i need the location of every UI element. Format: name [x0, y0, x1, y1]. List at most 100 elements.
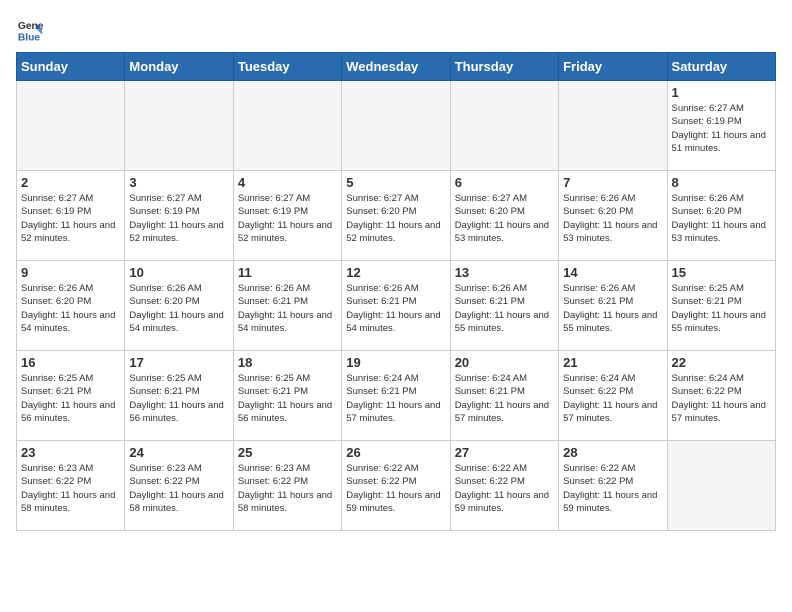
- day-number: 5: [346, 175, 445, 190]
- calendar-cell: 7 Sunrise: 6:26 AM Sunset: 6:20 PM Daylig…: [559, 171, 667, 261]
- day-number: 11: [238, 265, 337, 280]
- day-info: Sunrise: 6:24 AM Sunset: 6:22 PM Dayligh…: [563, 372, 662, 425]
- day-number: 15: [672, 265, 771, 280]
- day-number: 27: [455, 445, 554, 460]
- day-info: Sunrise: 6:22 AM Sunset: 6:22 PM Dayligh…: [455, 462, 554, 515]
- day-number: 2: [21, 175, 120, 190]
- day-info: Sunrise: 6:27 AM Sunset: 6:19 PM Dayligh…: [672, 102, 771, 155]
- day-info: Sunrise: 6:26 AM Sunset: 6:20 PM Dayligh…: [129, 282, 228, 335]
- calendar-cell: 8 Sunrise: 6:26 AM Sunset: 6:20 PM Daylig…: [667, 171, 775, 261]
- day-info: Sunrise: 6:27 AM Sunset: 6:20 PM Dayligh…: [346, 192, 445, 245]
- day-number: 8: [672, 175, 771, 190]
- day-number: 16: [21, 355, 120, 370]
- day-info: Sunrise: 6:24 AM Sunset: 6:22 PM Dayligh…: [672, 372, 771, 425]
- day-number: 22: [672, 355, 771, 370]
- day-number: 17: [129, 355, 228, 370]
- day-number: 7: [563, 175, 662, 190]
- calendar-cell: 23 Sunrise: 6:23 AM Sunset: 6:22 PM Dayli…: [17, 441, 125, 531]
- day-number: 19: [346, 355, 445, 370]
- day-info: Sunrise: 6:25 AM Sunset: 6:21 PM Dayligh…: [238, 372, 337, 425]
- day-info: Sunrise: 6:25 AM Sunset: 6:21 PM Dayligh…: [672, 282, 771, 335]
- calendar-cell: [125, 81, 233, 171]
- day-info: Sunrise: 6:22 AM Sunset: 6:22 PM Dayligh…: [346, 462, 445, 515]
- col-header-thursday: Thursday: [450, 53, 558, 81]
- col-header-wednesday: Wednesday: [342, 53, 450, 81]
- calendar-table: SundayMondayTuesdayWednesdayThursdayFrid…: [16, 52, 776, 531]
- day-info: Sunrise: 6:24 AM Sunset: 6:21 PM Dayligh…: [346, 372, 445, 425]
- week-row-3: 9 Sunrise: 6:26 AM Sunset: 6:20 PM Daylig…: [17, 261, 776, 351]
- day-info: Sunrise: 6:24 AM Sunset: 6:21 PM Dayligh…: [455, 372, 554, 425]
- day-info: Sunrise: 6:25 AM Sunset: 6:21 PM Dayligh…: [129, 372, 228, 425]
- col-header-friday: Friday: [559, 53, 667, 81]
- calendar-cell: 27 Sunrise: 6:22 AM Sunset: 6:22 PM Dayli…: [450, 441, 558, 531]
- day-number: 21: [563, 355, 662, 370]
- col-header-sunday: Sunday: [17, 53, 125, 81]
- header: General Blue: [16, 16, 776, 44]
- day-number: 28: [563, 445, 662, 460]
- day-number: 9: [21, 265, 120, 280]
- day-info: Sunrise: 6:26 AM Sunset: 6:21 PM Dayligh…: [238, 282, 337, 335]
- calendar-cell: 25 Sunrise: 6:23 AM Sunset: 6:22 PM Dayli…: [233, 441, 341, 531]
- calendar-cell: 4 Sunrise: 6:27 AM Sunset: 6:19 PM Daylig…: [233, 171, 341, 261]
- calendar-cell: 3 Sunrise: 6:27 AM Sunset: 6:19 PM Daylig…: [125, 171, 233, 261]
- logo: General Blue: [16, 16, 44, 44]
- day-number: 23: [21, 445, 120, 460]
- calendar-cell: 16 Sunrise: 6:25 AM Sunset: 6:21 PM Dayli…: [17, 351, 125, 441]
- day-info: Sunrise: 6:26 AM Sunset: 6:20 PM Dayligh…: [672, 192, 771, 245]
- day-number: 26: [346, 445, 445, 460]
- day-number: 3: [129, 175, 228, 190]
- day-info: Sunrise: 6:27 AM Sunset: 6:19 PM Dayligh…: [129, 192, 228, 245]
- day-info: Sunrise: 6:26 AM Sunset: 6:20 PM Dayligh…: [563, 192, 662, 245]
- calendar-cell: 10 Sunrise: 6:26 AM Sunset: 6:20 PM Dayli…: [125, 261, 233, 351]
- day-info: Sunrise: 6:27 AM Sunset: 6:19 PM Dayligh…: [238, 192, 337, 245]
- week-row-2: 2 Sunrise: 6:27 AM Sunset: 6:19 PM Daylig…: [17, 171, 776, 261]
- day-number: 10: [129, 265, 228, 280]
- day-info: Sunrise: 6:22 AM Sunset: 6:22 PM Dayligh…: [563, 462, 662, 515]
- calendar-cell: 15 Sunrise: 6:25 AM Sunset: 6:21 PM Dayli…: [667, 261, 775, 351]
- calendar-cell: [667, 441, 775, 531]
- calendar-cell: 1 Sunrise: 6:27 AM Sunset: 6:19 PM Daylig…: [667, 81, 775, 171]
- day-number: 13: [455, 265, 554, 280]
- day-info: Sunrise: 6:27 AM Sunset: 6:19 PM Dayligh…: [21, 192, 120, 245]
- calendar-cell: 9Sunrise: 6:26 AM Sunset: 6:20 PM Daylig…: [17, 261, 125, 351]
- day-info: Sunrise: 6:27 AM Sunset: 6:20 PM Dayligh…: [455, 192, 554, 245]
- calendar-cell: 18 Sunrise: 6:25 AM Sunset: 6:21 PM Dayli…: [233, 351, 341, 441]
- day-number: 20: [455, 355, 554, 370]
- calendar-cell: 5 Sunrise: 6:27 AM Sunset: 6:20 PM Daylig…: [342, 171, 450, 261]
- calendar-cell: 17 Sunrise: 6:25 AM Sunset: 6:21 PM Dayli…: [125, 351, 233, 441]
- day-info: Sunrise: 6:23 AM Sunset: 6:22 PM Dayligh…: [238, 462, 337, 515]
- calendar-cell: 6 Sunrise: 6:27 AM Sunset: 6:20 PM Daylig…: [450, 171, 558, 261]
- week-row-4: 16 Sunrise: 6:25 AM Sunset: 6:21 PM Dayli…: [17, 351, 776, 441]
- calendar-cell: [559, 81, 667, 171]
- calendar-cell: 2 Sunrise: 6:27 AM Sunset: 6:19 PM Daylig…: [17, 171, 125, 261]
- day-info: Sunrise: 6:26 AM Sunset: 6:21 PM Dayligh…: [346, 282, 445, 335]
- day-number: 25: [238, 445, 337, 460]
- calendar-cell: 14 Sunrise: 6:26 AM Sunset: 6:21 PM Dayli…: [559, 261, 667, 351]
- day-number: 6: [455, 175, 554, 190]
- day-info: Sunrise: 6:26 AM Sunset: 6:21 PM Dayligh…: [563, 282, 662, 335]
- day-number: 1: [672, 85, 771, 100]
- calendar-cell: 12Sunrise: 6:26 AM Sunset: 6:21 PM Dayli…: [342, 261, 450, 351]
- day-info: Sunrise: 6:23 AM Sunset: 6:22 PM Dayligh…: [129, 462, 228, 515]
- svg-text:Blue: Blue: [18, 32, 41, 43]
- day-info: Sunrise: 6:23 AM Sunset: 6:22 PM Dayligh…: [21, 462, 120, 515]
- calendar-cell: [17, 81, 125, 171]
- day-number: 14: [563, 265, 662, 280]
- calendar-cell: 20 Sunrise: 6:24 AM Sunset: 6:21 PM Dayli…: [450, 351, 558, 441]
- calendar-cell: [342, 81, 450, 171]
- day-info: Sunrise: 6:25 AM Sunset: 6:21 PM Dayligh…: [21, 372, 120, 425]
- calendar-cell: [450, 81, 558, 171]
- day-number: 4: [238, 175, 337, 190]
- day-info: Sunrise: 6:26 AM Sunset: 6:21 PM Dayligh…: [455, 282, 554, 335]
- day-number: 18: [238, 355, 337, 370]
- calendar-cell: [233, 81, 341, 171]
- header-row: SundayMondayTuesdayWednesdayThursdayFrid…: [17, 53, 776, 81]
- calendar-cell: 26 Sunrise: 6:22 AM Sunset: 6:22 PM Dayli…: [342, 441, 450, 531]
- col-header-monday: Monday: [125, 53, 233, 81]
- col-header-tuesday: Tuesday: [233, 53, 341, 81]
- calendar-cell: 28 Sunrise: 6:22 AM Sunset: 6:22 PM Dayli…: [559, 441, 667, 531]
- logo-icon: General Blue: [16, 16, 44, 44]
- week-row-5: 23 Sunrise: 6:23 AM Sunset: 6:22 PM Dayli…: [17, 441, 776, 531]
- calendar-cell: 24Sunrise: 6:23 AM Sunset: 6:22 PM Dayli…: [125, 441, 233, 531]
- calendar-cell: 11 Sunrise: 6:26 AM Sunset: 6:21 PM Dayli…: [233, 261, 341, 351]
